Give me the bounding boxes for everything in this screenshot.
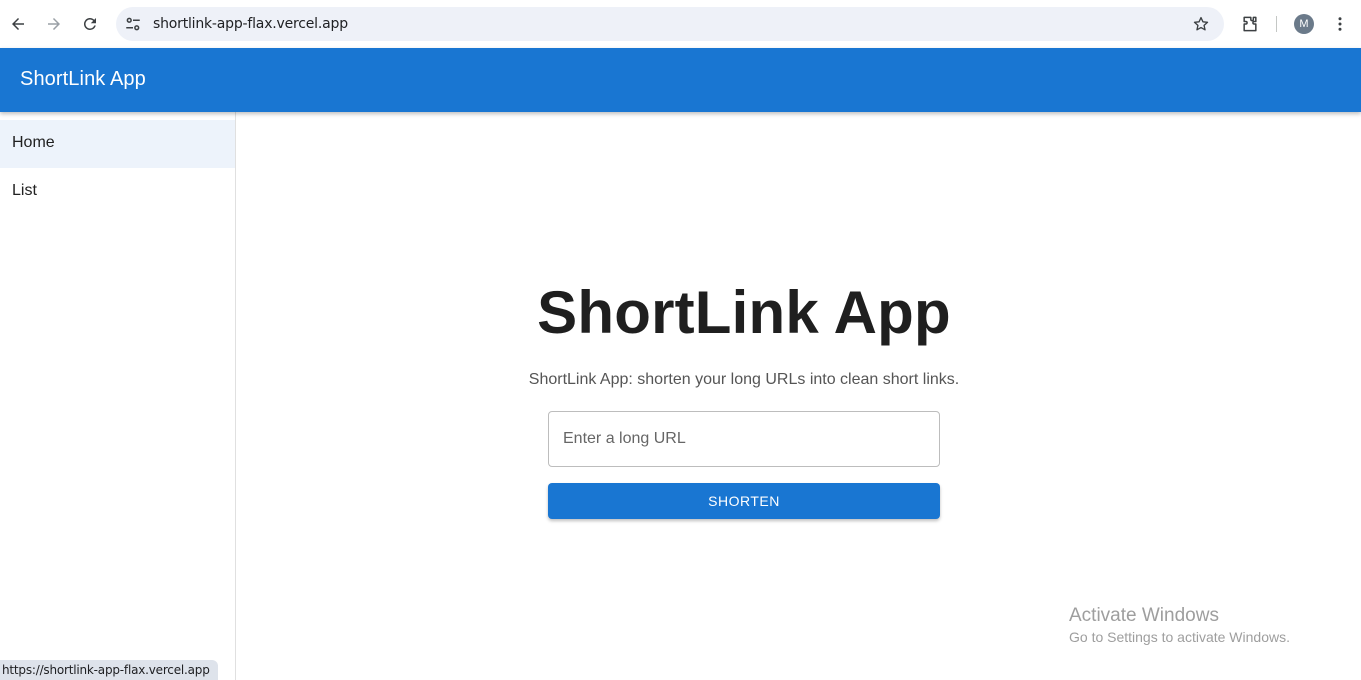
sidebar-item-list[interactable]: List xyxy=(0,168,235,216)
back-icon xyxy=(12,18,24,30)
page-subtitle: ShortLink App: shorten your long URLs in… xyxy=(528,371,960,388)
sidebar-item-label: Home xyxy=(12,134,55,151)
url-text[interactable]: shortlink-app-flax.vercel.app xyxy=(153,16,348,32)
forward-button[interactable] xyxy=(40,10,68,38)
profile-avatar[interactable]: M xyxy=(1294,14,1314,34)
site-settings-icon[interactable] xyxy=(124,15,142,33)
toolbar-divider xyxy=(1276,16,1277,32)
address-bar[interactable]: shortlink-app-flax.vercel.app xyxy=(116,7,1224,41)
extensions-icon[interactable] xyxy=(1240,14,1260,34)
app-title: ShortLink App xyxy=(20,68,146,90)
browser-toolbar: shortlink-app-flax.vercel.app M xyxy=(0,0,1361,48)
activate-windows-subtitle: Go to Settings to activate Windows. xyxy=(1069,629,1290,645)
app-bar: ShortLink App xyxy=(0,48,1361,112)
status-bar-link: https://shortlink-app-flax.vercel.app xyxy=(0,660,218,680)
reload-icon xyxy=(83,17,96,30)
sidebar-item-home[interactable]: Home xyxy=(0,120,235,168)
sidebar: Home List xyxy=(0,112,236,680)
bookmark-star-icon[interactable] xyxy=(1192,15,1210,33)
forward-icon xyxy=(48,18,60,30)
back-button[interactable] xyxy=(4,10,32,38)
long-url-input[interactable] xyxy=(548,411,940,467)
kebab-menu-icon[interactable] xyxy=(1331,14,1349,34)
shorten-button[interactable]: SHORTEN xyxy=(548,483,940,519)
page-title: ShortLink App xyxy=(537,279,951,346)
sidebar-item-label: List xyxy=(12,182,37,199)
reload-button[interactable] xyxy=(76,10,104,38)
activate-windows-title: Activate Windows xyxy=(1069,605,1219,626)
